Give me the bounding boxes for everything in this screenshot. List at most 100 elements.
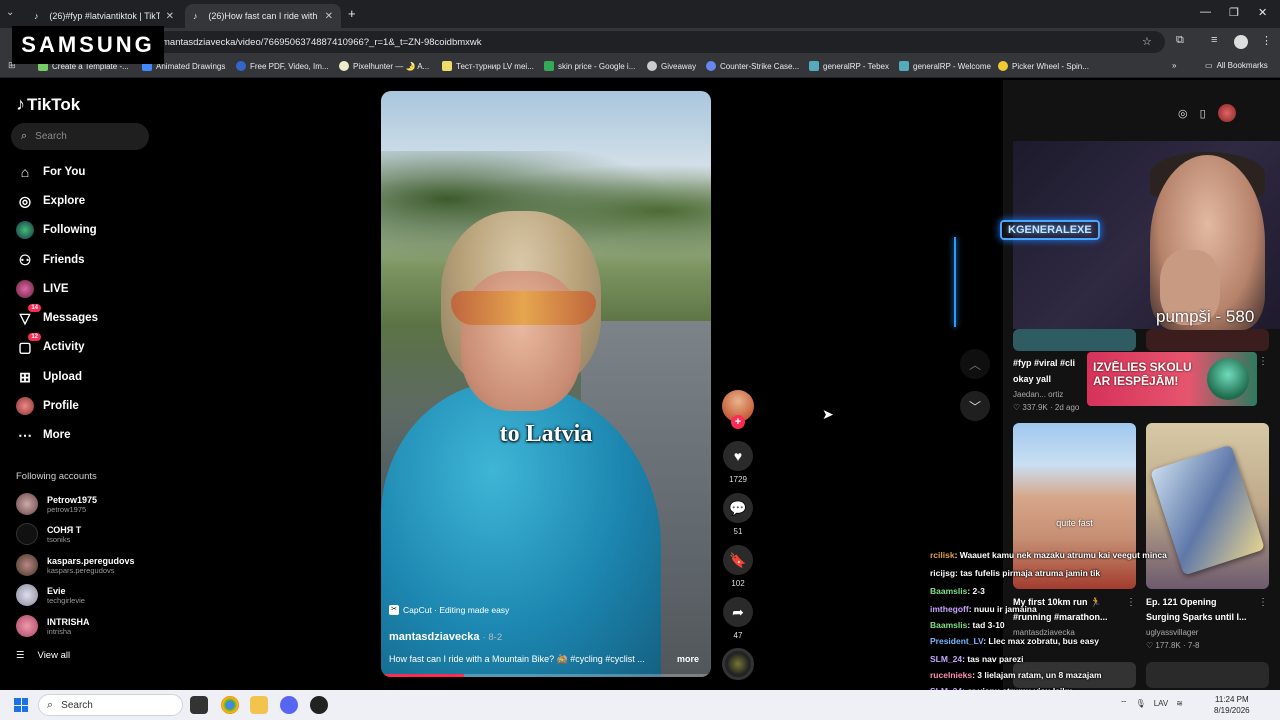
account-name: СОНЯ Т xyxy=(47,524,82,535)
search-input[interactable]: ⌕ Search xyxy=(11,123,149,150)
comment-icon[interactable]: 💬 xyxy=(723,493,753,523)
follow-plus-button[interactable]: + xyxy=(731,415,745,429)
thumb-title[interactable]: Ep. 121 Opening xyxy=(1146,597,1217,607)
bookmark-icon[interactable]: 🔖 xyxy=(723,545,753,575)
thumb-author[interactable]: Jaedan... ortiz xyxy=(1013,390,1063,399)
more-bookmarks-icon[interactable]: » xyxy=(1172,61,1176,70)
media-icon[interactable]: ≡ xyxy=(1211,34,1217,46)
nav-messages[interactable]: ▽ 14 Messages xyxy=(16,304,98,328)
tiktok-logo[interactable]: ♪ TikTok xyxy=(16,94,80,115)
taskbar-clock[interactable]: 11:24 PM 8/19/2026 xyxy=(1214,694,1250,716)
app-icon[interactable] xyxy=(310,696,328,714)
thumb-author[interactable]: uglyassvillager xyxy=(1146,628,1198,637)
taskbar-search-input[interactable]: ⌕ Search xyxy=(38,694,183,716)
nav-for-you[interactable]: ⌂ For You xyxy=(16,162,86,182)
bookmark-item[interactable]: Free PDF, Video, Im... xyxy=(236,61,329,71)
tab-list-chevron-icon[interactable]: ⌄ xyxy=(6,7,14,18)
task-view-icon[interactable] xyxy=(190,696,208,714)
close-window-icon[interactable]: ✕ xyxy=(1258,6,1267,19)
bookmark-label: generalRP - Tebex xyxy=(823,61,889,71)
file-explorer-icon[interactable] xyxy=(250,696,268,714)
bookmark-item[interactable]: generalRP - Tebex xyxy=(809,61,889,71)
comment-action: 💬 51 xyxy=(722,493,754,536)
chat-text: : nuuu ir jamaina xyxy=(968,604,1037,614)
following-account[interactable]: Petrow1975 petrow1975 xyxy=(16,493,97,515)
upload-icon: ⊞ xyxy=(19,368,31,385)
profile-avatar[interactable] xyxy=(1234,35,1248,49)
video-author[interactable]: mantasdziavecka · 8-2 xyxy=(389,631,502,643)
browser-tab-1[interactable]: ♪ (26)#fyp #latviantiktok | TikTok ✕ xyxy=(26,4,182,28)
all-bookmarks-button[interactable]: ▭ All Bookmarks xyxy=(1205,61,1268,70)
nav-profile[interactable]: Profile xyxy=(16,396,79,416)
windows-start-icon[interactable] xyxy=(14,698,28,712)
minimize-icon[interactable]: — xyxy=(1200,6,1211,18)
bookmark-item[interactable]: Counter-Strike Case... xyxy=(706,61,799,71)
account-name: Evie xyxy=(47,585,66,596)
bookmark-item[interactable]: Pixelhunter — 🌛 A... xyxy=(339,61,429,71)
heart-icon[interactable]: ♥ xyxy=(723,441,753,471)
discord-icon[interactable] xyxy=(280,696,298,714)
sound-disc-icon[interactable] xyxy=(722,648,754,680)
following-account[interactable]: СОНЯ Тtsoniks xyxy=(16,523,81,545)
avatar xyxy=(16,493,38,515)
ad-mascot-icon xyxy=(1207,358,1249,400)
bookmark-star-icon[interactable]: ☆ xyxy=(1142,35,1152,48)
video-thumbnail[interactable] xyxy=(1013,329,1136,351)
following-accounts-heading: Following accounts xyxy=(16,471,97,482)
next-video-button[interactable]: ﹀ xyxy=(960,391,990,421)
capcut-tag[interactable]: ✂ CapCut · Editing made easy xyxy=(389,605,509,615)
bookmark-item[interactable]: skin price - Google i... xyxy=(544,61,635,71)
activity-badge: 12 xyxy=(28,333,41,341)
browser-tab-2[interactable]: ♪ (26)How fast can I ride with a M ✕ xyxy=(185,4,341,28)
chat-username: rucelnieks xyxy=(930,670,973,680)
network-icon[interactable]: ⌔ xyxy=(1120,699,1128,709)
nav-more[interactable]: ⋯ More xyxy=(16,425,70,445)
nav-upload[interactable]: ⊞ Upload xyxy=(16,367,82,387)
video-progress-fill xyxy=(381,674,464,677)
share-icon[interactable]: ➦ xyxy=(723,597,753,627)
nav-following[interactable]: Following xyxy=(16,220,97,240)
following-account[interactable]: kaspars.peregudovs kaspars.peregudovs xyxy=(16,554,135,576)
bookmark-item[interactable]: generalRP - Welcome xyxy=(899,61,991,71)
video-progress-bar[interactable] xyxy=(381,674,711,677)
new-tab-button[interactable]: + xyxy=(348,6,356,21)
nav-live[interactable]: LIVE xyxy=(16,279,69,299)
language-indicator[interactable]: LAV xyxy=(1154,699,1169,709)
kebab-menu-icon[interactable]: ⋮ xyxy=(1258,356,1268,367)
nav-activity[interactable]: ▢ 12 Activity xyxy=(16,333,85,357)
close-tab-icon[interactable]: ✕ xyxy=(325,11,333,22)
device-icon[interactable]: ▯ xyxy=(1200,107,1206,120)
following-account[interactable]: INTRISHA intrisha xyxy=(16,615,90,637)
view-all-link[interactable]: ☰ View all xyxy=(16,650,70,661)
extensions-icon[interactable]: ⧉ xyxy=(1176,34,1184,47)
nav-friends[interactable]: ⚇ Friends xyxy=(16,250,85,270)
url-input[interactable]: mantasdziavecka/video/766950637488741096… xyxy=(150,31,1165,53)
close-tab-icon[interactable]: ✕ xyxy=(166,11,174,22)
profile-avatar[interactable] xyxy=(1217,104,1236,122)
bookmark-item[interactable]: Giveaway xyxy=(647,61,696,71)
previous-video-button[interactable]: ︿ xyxy=(960,349,990,379)
url-text: mantasdziavecka/video/766950637488741096… xyxy=(162,36,482,48)
nav-explore[interactable]: ◎ Explore xyxy=(16,191,85,211)
microphone-icon[interactable]: 🎙 xyxy=(1136,699,1146,709)
following-account[interactable]: Evie techgirlevie xyxy=(16,584,85,606)
wifi-icon[interactable]: ≋ xyxy=(1176,699,1183,709)
browser-menu-icon[interactable]: ⋮ xyxy=(1261,34,1272,47)
thumb-title[interactable]: #fyp #viral #cli xyxy=(1013,358,1075,368)
kebab-menu-icon[interactable]: ⋮ xyxy=(1126,597,1136,608)
browser-tab-bar: ⌄ ♪ (26)#fyp #latviantiktok | TikTok ✕ ♪… xyxy=(0,0,1280,28)
ad-banner[interactable]: IZVĒLIES SKOLU AR IESPĒJĀM! xyxy=(1087,352,1257,406)
compass-icon[interactable]: ◎ xyxy=(1178,107,1188,120)
maximize-icon[interactable]: ❐ xyxy=(1229,6,1239,19)
video-thumbnail[interactable] xyxy=(1013,423,1136,589)
video-player[interactable]: to Latvia ✂ CapCut · Editing made easy ma… xyxy=(381,91,711,677)
chrome-icon[interactable] xyxy=(221,696,239,714)
thumb-views: 177.8K xyxy=(1155,641,1181,650)
video-thumbnail[interactable] xyxy=(1146,329,1269,351)
kebab-menu-icon[interactable]: ⋮ xyxy=(1258,597,1268,608)
bookmark-item[interactable]: Тест-турнир LV mei... xyxy=(442,61,534,71)
chat-username: ricijsg xyxy=(930,568,956,578)
video-thumbnail[interactable] xyxy=(1146,662,1269,688)
bookmark-item[interactable]: Picker Wheel - Spin... xyxy=(998,61,1089,71)
more-link[interactable]: more xyxy=(677,654,699,664)
